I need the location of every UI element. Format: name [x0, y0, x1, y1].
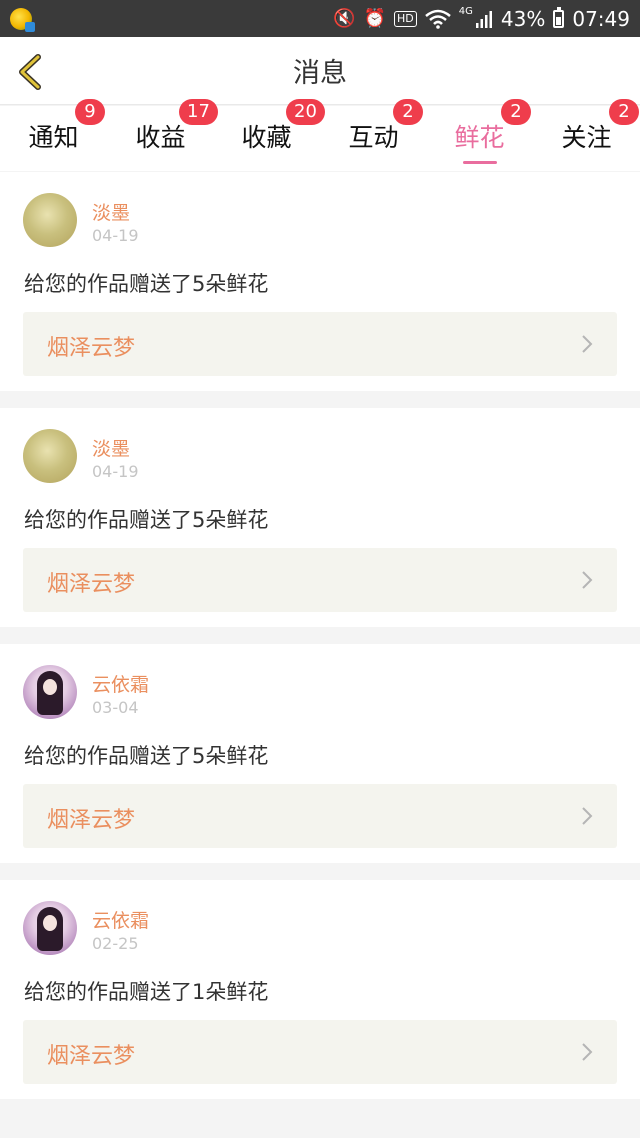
work-title: 烟泽云梦 — [47, 336, 136, 361]
message-text: 给您的作品赠送了5朵鲜花 — [24, 272, 269, 296]
avatar[interactable] — [23, 901, 77, 955]
battery-percent: 43% — [500, 6, 546, 31]
tab-badge: 2 — [609, 99, 639, 125]
header: 消息 — [0, 37, 640, 105]
username[interactable]: 淡墨 — [92, 198, 130, 225]
message-date: 02-25 — [92, 934, 139, 953]
work-link[interactable]: 烟泽云梦 — [23, 548, 617, 612]
active-tab-indicator — [463, 161, 497, 164]
work-link[interactable]: 烟泽云梦 — [23, 784, 617, 848]
tab-bar: 通知 9 收益 17 收藏 20 互动 2 鲜花 2 关注 2 — [0, 99, 640, 171]
tab-favorites[interactable]: 收藏 20 — [213, 99, 325, 171]
back-arrow-icon[interactable] — [14, 52, 50, 92]
work-link[interactable]: 烟泽云梦 — [23, 312, 617, 376]
work-link[interactable]: 烟泽云梦 — [23, 1020, 617, 1084]
tab-badge: 2 — [393, 99, 423, 125]
hd-icon: HD — [394, 10, 417, 27]
message-list: 淡墨 04-19 给您的作品赠送了5朵鲜花 烟泽云梦 淡墨 04-19 给您的作… — [0, 172, 640, 1116]
message-card: 云依霜 03-04 给您的作品赠送了5朵鲜花 烟泽云梦 — [0, 644, 640, 863]
message-text: 给您的作品赠送了5朵鲜花 — [24, 744, 269, 768]
chevron-right-icon — [582, 807, 593, 825]
chevron-right-icon — [582, 571, 593, 589]
battery-icon — [553, 6, 565, 28]
message-text: 给您的作品赠送了1朵鲜花 — [24, 980, 269, 1004]
message-date: 03-04 — [92, 698, 139, 717]
status-bar: 🔇 ⏰ HD 4G 43% 07:49 — [0, 0, 640, 37]
signal-icon — [475, 10, 492, 28]
tab-interactions[interactable]: 互动 2 — [320, 99, 427, 171]
avatar[interactable] — [23, 665, 77, 719]
tab-badge: 9 — [75, 99, 105, 125]
work-title: 烟泽云梦 — [47, 808, 136, 833]
chevron-right-icon — [582, 335, 593, 353]
avatar[interactable] — [23, 429, 77, 483]
clock: 07:49 — [572, 6, 630, 31]
tab-following[interactable]: 关注 2 — [533, 99, 640, 171]
message-card: 淡墨 04-19 给您的作品赠送了5朵鲜花 烟泽云梦 — [0, 172, 640, 391]
page-title: 消息 — [293, 58, 347, 89]
app-notification-icon — [10, 7, 35, 32]
mute-icon: 🔇 — [333, 7, 356, 29]
message-card: 云依霜 02-25 给您的作品赠送了1朵鲜花 烟泽云梦 — [0, 880, 640, 1099]
tab-badge: 2 — [501, 99, 531, 125]
tab-flowers[interactable]: 鲜花 2 — [426, 99, 533, 171]
username[interactable]: 淡墨 — [92, 434, 130, 461]
tab-notifications[interactable]: 通知 9 — [0, 99, 107, 171]
avatar[interactable] — [23, 193, 77, 247]
status-bar-right: 🔇 ⏰ HD 4G 43% 07:49 — [333, 6, 630, 31]
alarm-icon: ⏰ — [363, 7, 387, 29]
work-title: 烟泽云梦 — [47, 1044, 136, 1069]
chevron-right-icon — [582, 1043, 593, 1061]
work-title: 烟泽云梦 — [47, 572, 136, 597]
message-date: 04-19 — [92, 226, 139, 245]
wifi-icon — [424, 9, 451, 29]
network-type: 4G — [458, 6, 473, 17]
tab-earnings[interactable]: 收益 17 — [107, 99, 218, 171]
username[interactable]: 云依霜 — [92, 906, 149, 933]
message-text: 给您的作品赠送了5朵鲜花 — [24, 508, 269, 532]
message-date: 04-19 — [92, 462, 139, 481]
username[interactable]: 云依霜 — [92, 670, 149, 697]
message-card: 淡墨 04-19 给您的作品赠送了5朵鲜花 烟泽云梦 — [0, 408, 640, 627]
